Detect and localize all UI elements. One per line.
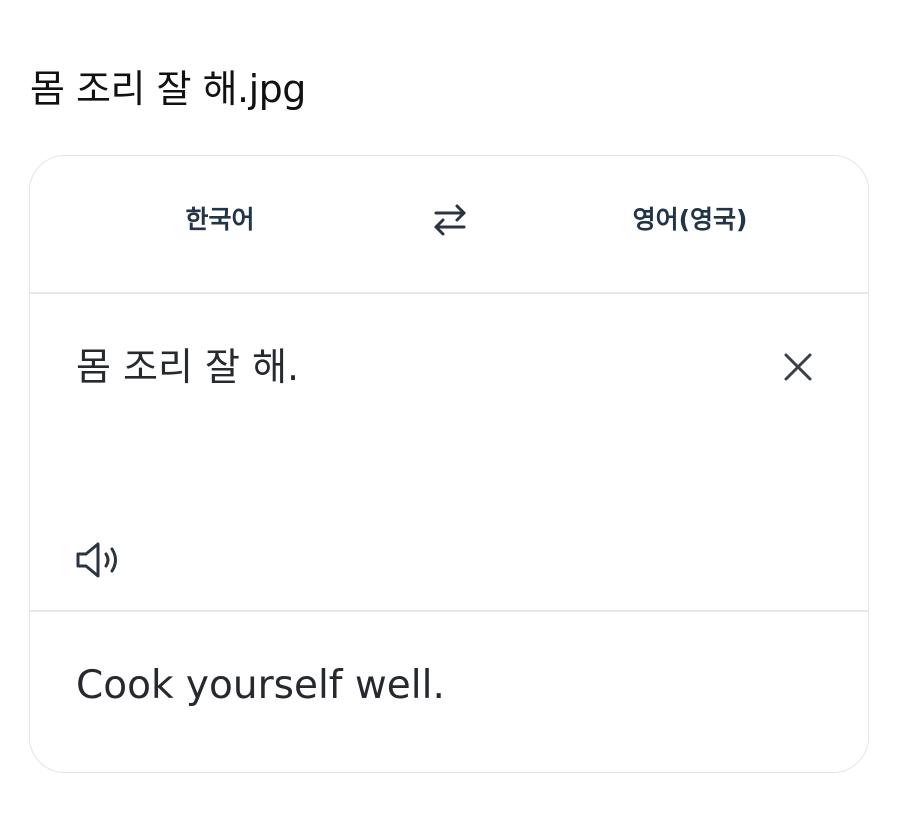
- speaker-icon: [72, 540, 132, 580]
- close-icon: [778, 347, 818, 387]
- translation-result-panel: Cook yourself well.: [30, 612, 868, 772]
- swap-languages-button[interactable]: [426, 196, 474, 244]
- target-language-button[interactable]: 영어(영국): [600, 200, 780, 240]
- translator-card: 한국어 영어(영국) 몸 조리 잘 해. Cook yourself well.: [29, 155, 869, 773]
- source-language-button[interactable]: 한국어: [160, 200, 280, 240]
- listen-source-button[interactable]: [72, 540, 132, 580]
- source-text-panel: 몸 조리 잘 해.: [30, 292, 868, 612]
- swap-arrows-icon: [426, 196, 474, 244]
- post-title: 몸 조리 잘 해.jpg: [30, 67, 306, 111]
- translated-text: Cook yourself well.: [76, 663, 445, 708]
- source-text[interactable]: 몸 조리 잘 해.: [76, 340, 299, 394]
- language-bar: 한국어 영어(영국): [30, 156, 868, 294]
- clear-text-button[interactable]: [778, 347, 818, 387]
